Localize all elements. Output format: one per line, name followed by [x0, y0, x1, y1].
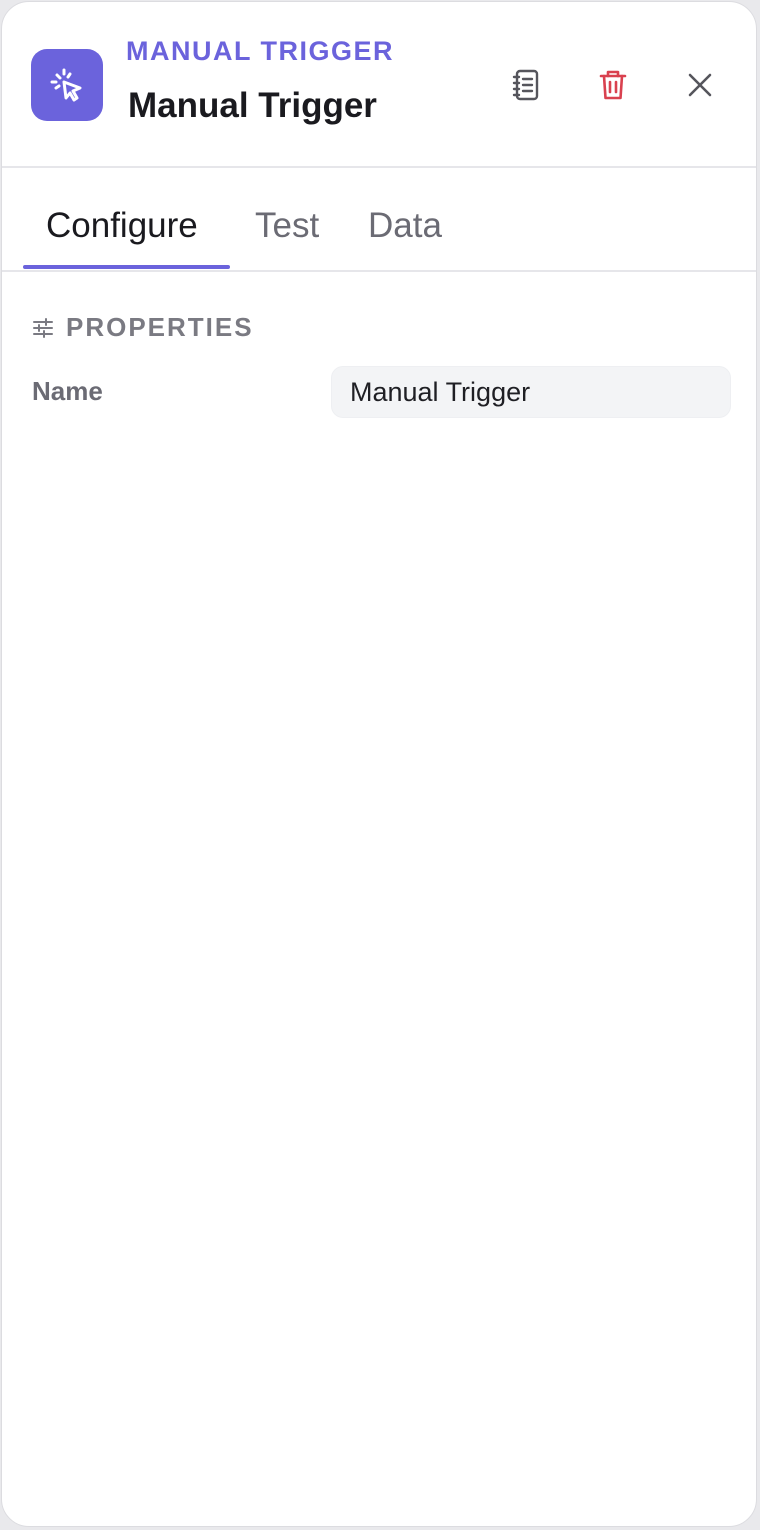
delete-button[interactable] — [591, 63, 635, 107]
notebook-icon — [512, 69, 539, 101]
node-title: Manual Trigger — [128, 86, 377, 125]
sliders-icon — [33, 317, 53, 338]
cursor-click-icon — [50, 68, 82, 102]
tab-configure[interactable]: Configure — [46, 206, 198, 246]
panel-header: MANUAL TRIGGER Manual Trigger — [2, 2, 756, 168]
trash-icon — [599, 70, 627, 100]
properties-section-header: PROPERTIES — [32, 312, 254, 343]
node-type-label: MANUAL TRIGGER — [126, 36, 394, 66]
tab-data[interactable]: Data — [368, 206, 442, 246]
node-config-panel: MANUAL TRIGGER Manual Trigger Configure … — [1, 1, 757, 1527]
node-type-badge — [31, 49, 103, 121]
active-tab-indicator — [23, 265, 230, 269]
tab-bar: Configure Test Data — [2, 168, 756, 272]
docs-button[interactable] — [504, 63, 548, 107]
close-icon — [688, 73, 712, 97]
section-title: PROPERTIES — [66, 312, 254, 342]
name-field-label: Name — [32, 376, 103, 406]
name-input[interactable] — [331, 366, 731, 418]
close-button[interactable] — [678, 63, 722, 107]
tab-test[interactable]: Test — [255, 206, 319, 246]
